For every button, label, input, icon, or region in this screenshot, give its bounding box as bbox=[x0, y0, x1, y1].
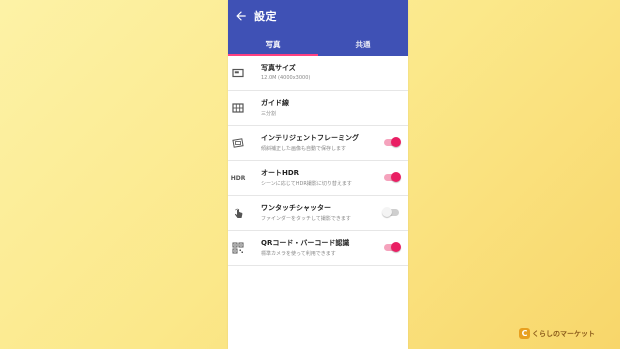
hdr-toggle[interactable] bbox=[384, 172, 401, 182]
setting-title: QRコード・バーコード認識 bbox=[261, 239, 350, 247]
grid-icon bbox=[232, 103, 244, 113]
logo-text: くらしのマーケット bbox=[532, 329, 595, 338]
setting-title: ガイド線 bbox=[261, 99, 289, 107]
setting-guide-lines[interactable]: ガイド線 三分割 bbox=[228, 91, 408, 126]
hdr-icon: HDR bbox=[230, 174, 246, 182]
qr-icon bbox=[232, 242, 244, 254]
toggle-knob bbox=[391, 137, 401, 147]
page-title: 設定 bbox=[254, 10, 277, 23]
settings-list: 写真サイズ 12.0M (4000x3000) ガイド線 三分割 インテリジェン… bbox=[228, 56, 408, 266]
app-bar: 設定 写真 共通 bbox=[228, 0, 408, 56]
framing-toggle[interactable] bbox=[384, 137, 401, 147]
setting-subtitle: ファインダーをタッチして撮影できます bbox=[261, 216, 351, 222]
tab-photo[interactable]: 写真 bbox=[228, 36, 318, 56]
setting-intelligent-framing[interactable]: インテリジェントフレーミング 傾斜補正した画像も自動で保存します bbox=[228, 126, 408, 161]
framing-icon bbox=[232, 138, 244, 148]
toggle-knob bbox=[391, 172, 401, 182]
back-arrow-icon[interactable] bbox=[234, 9, 248, 23]
setting-title: ワンタッチシャッター bbox=[261, 204, 331, 212]
setting-subtitle: 傾斜補正した画像も自動で保存します bbox=[261, 146, 347, 152]
setting-one-touch-shutter[interactable]: ワンタッチシャッター ファインダーをタッチして撮影できます bbox=[228, 196, 408, 231]
setting-subtitle: 三分割 bbox=[261, 111, 277, 117]
setting-auto-hdr[interactable]: HDR オートHDR シーンに応じてHDR撮影に切り替えます bbox=[228, 161, 408, 196]
setting-title: オートHDR bbox=[261, 169, 300, 177]
phone-screen: 設定 写真 共通 写真サイズ 12.0M (4000x3000) ガイド線 三分… bbox=[228, 0, 408, 349]
setting-subtitle: 標準カメラを使って利用できます bbox=[261, 251, 336, 257]
setting-title: 写真サイズ bbox=[261, 64, 296, 72]
setting-subtitle: 12.0M (4000x3000) bbox=[261, 75, 311, 81]
logo-mark: C bbox=[519, 328, 530, 339]
toggle-knob bbox=[391, 242, 401, 252]
toggle-knob bbox=[382, 207, 392, 217]
setting-title: インテリジェントフレーミング bbox=[261, 134, 359, 142]
qr-toggle[interactable] bbox=[384, 242, 401, 252]
setting-qr-barcode[interactable]: QRコード・バーコード認識 標準カメラを使って利用できます bbox=[228, 231, 408, 266]
tab-bar: 写真 共通 bbox=[228, 36, 408, 56]
watermark-logo: C くらしのマーケット bbox=[519, 328, 595, 339]
image-size-icon bbox=[232, 68, 244, 78]
setting-photo-size[interactable]: 写真サイズ 12.0M (4000x3000) bbox=[228, 56, 408, 91]
tab-common[interactable]: 共通 bbox=[318, 36, 408, 56]
setting-subtitle: シーンに応じてHDR撮影に切り替えます bbox=[261, 181, 352, 187]
touch-icon bbox=[234, 208, 243, 218]
shutter-toggle[interactable] bbox=[382, 207, 399, 217]
